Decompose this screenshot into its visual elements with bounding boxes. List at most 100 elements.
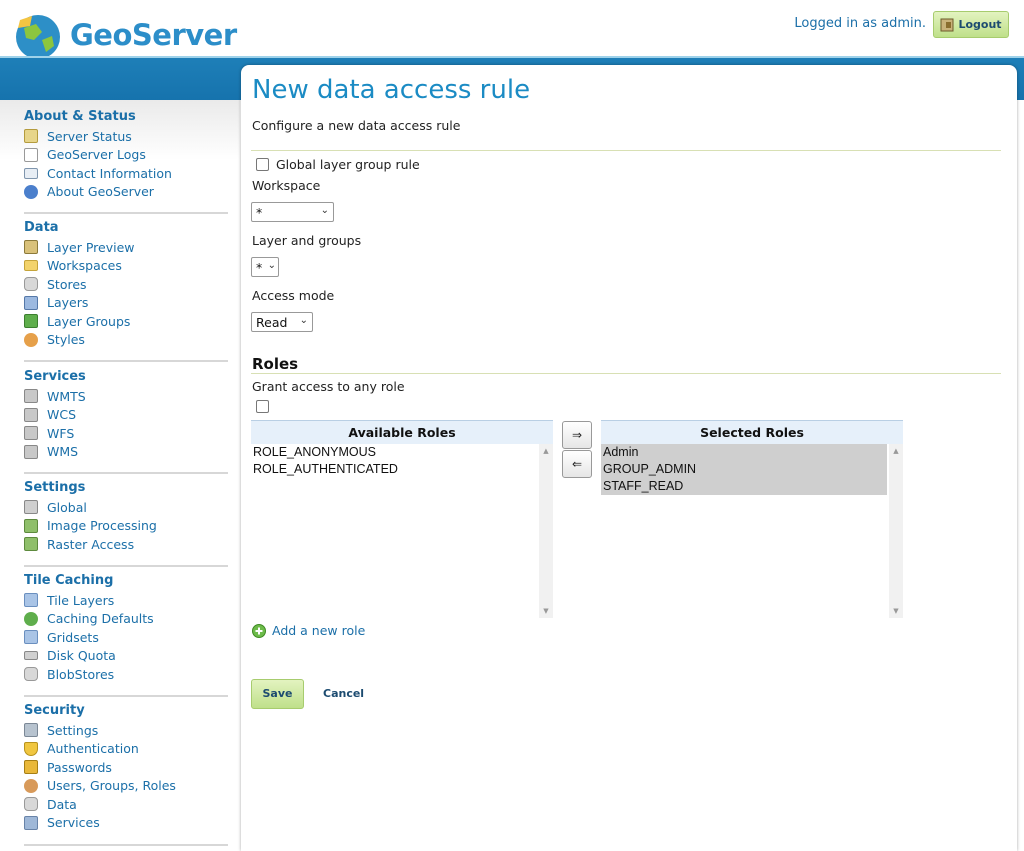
access-mode-select[interactable]: Read ⌄ bbox=[251, 312, 313, 332]
workspace-select-value: * bbox=[256, 204, 263, 220]
sidebar-item-raster-access[interactable]: Raster Access bbox=[24, 535, 228, 554]
layer-group-icon bbox=[24, 314, 38, 329]
nav-section-title: Data bbox=[24, 220, 59, 235]
service-wfs-icon bbox=[24, 426, 38, 441]
move-right-button[interactable]: ⇒ bbox=[562, 421, 592, 449]
sidebar-item-disk-quota[interactable]: Disk Quota bbox=[24, 647, 228, 666]
sidebar-item-label: Passwords bbox=[47, 759, 112, 775]
sidebar-item-label: Disk Quota bbox=[47, 648, 116, 664]
sidebar-item-security-settings[interactable]: Settings bbox=[24, 721, 228, 740]
nav-section-about-status: About & Status Server Status GeoServer L… bbox=[24, 107, 228, 201]
map-preview-icon bbox=[24, 240, 38, 255]
selected-roles-scrollbar[interactable]: ▲ ▼ bbox=[889, 444, 903, 618]
sidebar-item-about-geoserver[interactable]: About GeoServer bbox=[24, 183, 228, 202]
nav-divider bbox=[24, 212, 228, 214]
sidebar-item-layer-groups[interactable]: Layer Groups bbox=[24, 312, 228, 331]
sidebar-item-users-groups-roles[interactable]: Users, Groups, Roles bbox=[24, 777, 228, 796]
nav-section-title: Security bbox=[24, 703, 85, 718]
selected-roles-palette: Selected Roles Admin GROUP_ADMIN STAFF_R… bbox=[601, 420, 903, 618]
scroll-down-icon[interactable]: ▼ bbox=[889, 607, 903, 615]
sidebar-item-security-data[interactable]: Data bbox=[24, 795, 228, 814]
sidebar-item-layer-preview[interactable]: Layer Preview bbox=[24, 238, 228, 257]
sidebar-item-wmts[interactable]: WMTS bbox=[24, 387, 228, 406]
sidebar-item-label: Styles bbox=[47, 332, 85, 348]
selected-roles-list[interactable]: Admin GROUP_ADMIN STAFF_READ ▲ ▼ bbox=[601, 444, 903, 618]
nav-divider bbox=[24, 695, 228, 697]
sidebar-item-blobstores[interactable]: BlobStores bbox=[24, 665, 228, 684]
section-divider bbox=[251, 150, 1001, 151]
available-roles-scrollbar[interactable]: ▲ ▼ bbox=[539, 444, 553, 618]
section-divider bbox=[251, 373, 1001, 374]
disk-icon bbox=[24, 651, 38, 661]
sidebar-item-label: BlobStores bbox=[47, 666, 115, 682]
sidebar-item-label: Authentication bbox=[47, 741, 139, 757]
sidebar-item-contact-information[interactable]: Contact Information bbox=[24, 164, 228, 183]
available-roles-list[interactable]: ROLE_ANONYMOUS ROLE_AUTHENTICATED ▲ ▼ bbox=[251, 444, 553, 618]
add-new-role-label: Add a new role bbox=[272, 623, 366, 638]
available-role-option[interactable]: ROLE_AUTHENTICATED bbox=[251, 461, 553, 478]
sidebar-item-label: Layers bbox=[47, 295, 89, 311]
sidebar-item-styles[interactable]: Styles bbox=[24, 331, 228, 350]
workspace-select[interactable]: * ⌄ bbox=[251, 202, 334, 222]
available-roles-header: Available Roles bbox=[251, 420, 553, 446]
users-icon bbox=[24, 778, 38, 793]
sidebar-item-wcs[interactable]: WCS bbox=[24, 406, 228, 425]
selected-role-option[interactable]: STAFF_READ bbox=[601, 478, 887, 495]
sidebar-item-passwords[interactable]: Passwords bbox=[24, 758, 228, 777]
selected-role-option[interactable]: Admin bbox=[601, 444, 887, 461]
page-title: New data access rule bbox=[252, 75, 531, 105]
main-panel: New data access rule Configure a new dat… bbox=[241, 65, 1017, 851]
server-status-icon bbox=[24, 129, 38, 144]
sidebar-item-label: Services bbox=[47, 815, 100, 831]
global-layer-group-checkbox[interactable] bbox=[256, 158, 269, 171]
raster-icon bbox=[24, 537, 38, 552]
sidebar-item-label: About GeoServer bbox=[47, 184, 154, 200]
nav-section-settings: Settings Global Image Processing Raster … bbox=[24, 478, 228, 554]
sidebar-item-global[interactable]: Global bbox=[24, 498, 228, 517]
sidebar-item-image-processing[interactable]: Image Processing bbox=[24, 517, 228, 536]
image-icon bbox=[24, 518, 38, 533]
sidebar-item-server-status[interactable]: Server Status bbox=[24, 127, 228, 146]
sidebar-item-geoserver-logs[interactable]: GeoServer Logs bbox=[24, 146, 228, 165]
add-new-role-link[interactable]: Add a new role bbox=[252, 623, 365, 638]
services-key-icon bbox=[24, 815, 38, 830]
nav-divider bbox=[24, 844, 228, 846]
nav-section-title: About & Status bbox=[24, 109, 136, 124]
sidebar-item-label: WMS bbox=[47, 444, 79, 460]
save-button[interactable]: Save bbox=[251, 679, 304, 709]
sidebar-item-security-services[interactable]: Services bbox=[24, 814, 228, 833]
scroll-up-icon[interactable]: ▲ bbox=[889, 447, 903, 455]
logout-button[interactable]: Logout bbox=[933, 11, 1009, 38]
grid-icon bbox=[24, 593, 38, 608]
move-left-button[interactable]: ⇐ bbox=[562, 450, 592, 478]
logs-icon bbox=[24, 147, 38, 162]
sidebar-item-wfs[interactable]: WFS bbox=[24, 424, 228, 443]
grant-any-role-checkbox[interactable] bbox=[256, 400, 269, 413]
scroll-up-icon[interactable]: ▲ bbox=[539, 447, 553, 455]
layer-select-value: * bbox=[256, 259, 263, 275]
access-mode-label: Access mode bbox=[252, 288, 335, 303]
sidebar-item-label: Workspaces bbox=[47, 258, 122, 274]
selected-role-option[interactable]: GROUP_ADMIN bbox=[601, 461, 887, 478]
scroll-down-icon[interactable]: ▼ bbox=[539, 607, 553, 615]
sidebar-item-authentication[interactable]: Authentication bbox=[24, 740, 228, 759]
nav-section-tile-caching: Tile Caching Tile Layers Caching Default… bbox=[24, 571, 228, 684]
sidebar-item-label: GeoServer Logs bbox=[47, 147, 146, 163]
gridset-icon bbox=[24, 630, 38, 645]
sidebar-item-wms[interactable]: WMS bbox=[24, 443, 228, 462]
sidebar-item-layers[interactable]: Layers bbox=[24, 294, 228, 313]
access-mode-select-value: Read bbox=[256, 314, 288, 330]
layer-select[interactable]: * ⌄ bbox=[251, 257, 279, 277]
sidebar-item-gridsets[interactable]: Gridsets bbox=[24, 628, 228, 647]
layer-label: Layer and groups bbox=[252, 233, 362, 248]
sidebar-item-label: Stores bbox=[47, 276, 87, 292]
sidebar-item-stores[interactable]: Stores bbox=[24, 275, 228, 294]
nav-divider bbox=[24, 565, 228, 567]
sidebar-item-caching-defaults[interactable]: Caching Defaults bbox=[24, 610, 228, 629]
sidebar-item-workspaces[interactable]: Workspaces bbox=[24, 257, 228, 276]
available-role-option[interactable]: ROLE_ANONYMOUS bbox=[251, 444, 553, 461]
sidebar-item-label: WCS bbox=[47, 407, 77, 423]
sidebar-item-tile-layers[interactable]: Tile Layers bbox=[24, 591, 228, 610]
cancel-button[interactable]: Cancel bbox=[323, 687, 364, 700]
nav-section-services: Services WMTS WCS WFS WMS bbox=[24, 367, 228, 461]
